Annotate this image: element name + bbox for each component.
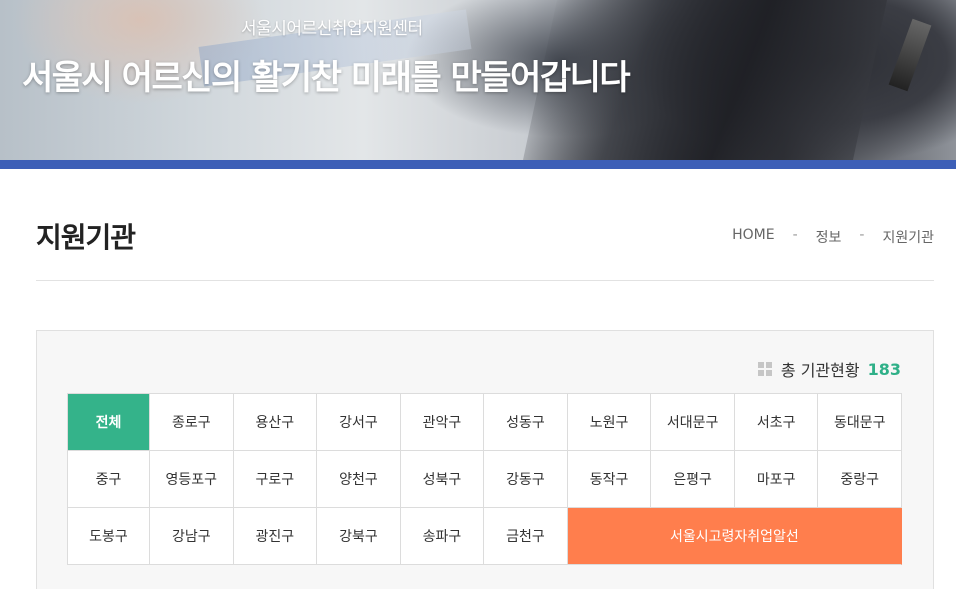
district-tab[interactable]: 종로구 xyxy=(150,394,234,451)
district-tab-all[interactable]: 전체 xyxy=(68,394,150,451)
district-tab[interactable]: 송파구 xyxy=(400,508,485,565)
district-tab[interactable]: 성동구 xyxy=(484,394,568,451)
breadcrumb-home[interactable]: HOME xyxy=(732,227,774,247)
district-tab[interactable]: 광진구 xyxy=(233,508,318,565)
agency-total-count: 183 xyxy=(867,359,901,379)
hero-subtitle: 서울시어르신취업지원센터 xyxy=(241,19,423,39)
senior-employment-agency-tab[interactable]: 서울시고령자취업알선 xyxy=(567,508,902,565)
district-tab[interactable]: 은평구 xyxy=(651,451,735,508)
hero-banner: 서울시어르신취업지원센터 서울시 어르신의 활기찬 미래를 만들어갑니다 xyxy=(0,0,956,160)
district-tab[interactable]: 강서구 xyxy=(317,394,401,451)
district-tab[interactable]: 강북구 xyxy=(317,508,401,565)
district-tab[interactable]: 중랑구 xyxy=(818,451,902,508)
agency-filter-panel: 총 기관현황 183 전체 종로구 용산구 강서구 관악구 성동구 노원구 서대… xyxy=(36,330,934,589)
district-tab[interactable]: 마포구 xyxy=(734,451,819,508)
breadcrumb: HOME - 정보 - 지원기관 xyxy=(732,227,934,247)
breadcrumb-info[interactable]: 정보 xyxy=(816,227,842,247)
district-tab[interactable]: 강동구 xyxy=(484,451,568,508)
breadcrumb-current: 지원기관 xyxy=(882,230,934,246)
district-tab[interactable]: 양천구 xyxy=(317,451,401,508)
district-tab[interactable]: 용산구 xyxy=(233,394,318,451)
grid-icon xyxy=(757,362,772,376)
district-tab[interactable]: 금천구 xyxy=(484,508,568,565)
breadcrumb-separator: - xyxy=(792,227,798,243)
district-tab[interactable]: 관악구 xyxy=(400,394,485,451)
district-tab[interactable]: 영등포구 xyxy=(150,451,234,508)
district-tab[interactable]: 서대문구 xyxy=(651,394,735,451)
district-tab[interactable]: 구로구 xyxy=(233,451,318,508)
hero-accent-bar xyxy=(0,160,956,169)
hero-cuff-image xyxy=(888,18,932,92)
hero-title: 서울시 어르신의 활기찬 미래를 만들어갑니다 xyxy=(22,58,631,98)
district-tabs: 전체 종로구 용산구 강서구 관악구 성동구 노원구 서대문구 서초구 동대문구… xyxy=(67,393,902,565)
agency-total-label: 총 기관현황 xyxy=(780,361,860,380)
district-tab[interactable]: 강남구 xyxy=(150,508,234,565)
district-tab[interactable]: 동대문구 xyxy=(818,394,902,451)
district-tab[interactable]: 동작구 xyxy=(567,451,652,508)
district-tab[interactable]: 성북구 xyxy=(400,451,485,508)
district-tab[interactable]: 서초구 xyxy=(734,394,819,451)
district-tab[interactable]: 중구 xyxy=(68,451,150,508)
agency-total: 총 기관현황 183 xyxy=(757,357,901,381)
district-tab[interactable]: 도봉구 xyxy=(68,508,150,565)
district-tab[interactable]: 노원구 xyxy=(567,394,652,451)
page-title: 지원기관 xyxy=(36,221,136,254)
breadcrumb-separator: - xyxy=(859,227,865,243)
header-divider xyxy=(36,280,934,281)
